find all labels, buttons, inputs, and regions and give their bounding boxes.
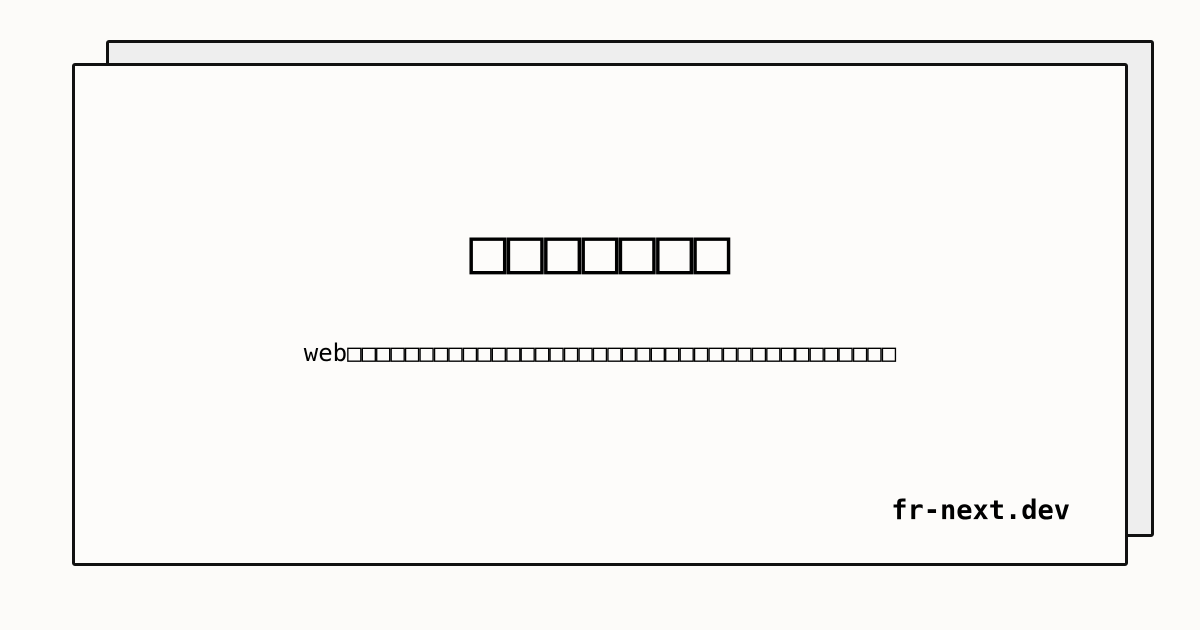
- og-image: { "card": { "title": "□□□□□□□", "subtitl…: [0, 0, 1200, 630]
- page-description: web□□□□□□□□□□□□□□□□□□□□□□□□□□□□□□□□□□□□□…: [303, 339, 897, 367]
- site-domain: fr-next.dev: [891, 495, 1070, 526]
- page-title: □□□□□□□: [469, 214, 731, 287]
- main-card: [72, 63, 1128, 566]
